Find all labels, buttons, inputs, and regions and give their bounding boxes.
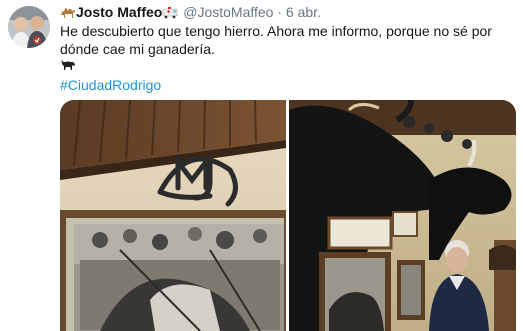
bull-emoji	[60, 58, 76, 76]
hashtag-link[interactable]: #CiudadRodrigo	[60, 76, 161, 94]
tweet-text: He descubierto que tengo hierro. Ahora m…	[60, 23, 492, 57]
media-photo-left[interactable]	[60, 100, 286, 331]
user-handle[interactable]: @JostoMaffeo	[183, 4, 273, 20]
display-name[interactable]: Josto Maffeo	[76, 4, 162, 20]
separator-dot: ·	[277, 4, 283, 20]
avatar-image	[8, 6, 50, 48]
camel-emoji	[60, 5, 76, 23]
tweet-media	[60, 100, 516, 331]
tweet-date[interactable]: 6 abr.	[286, 4, 321, 20]
ambulance-emoji	[162, 6, 179, 23]
media-photo-right[interactable]	[289, 100, 516, 331]
avatar[interactable]	[8, 6, 50, 48]
tweet-header: Josto Maffeo @JostoMaffeo · 6 abr.	[60, 4, 321, 23]
